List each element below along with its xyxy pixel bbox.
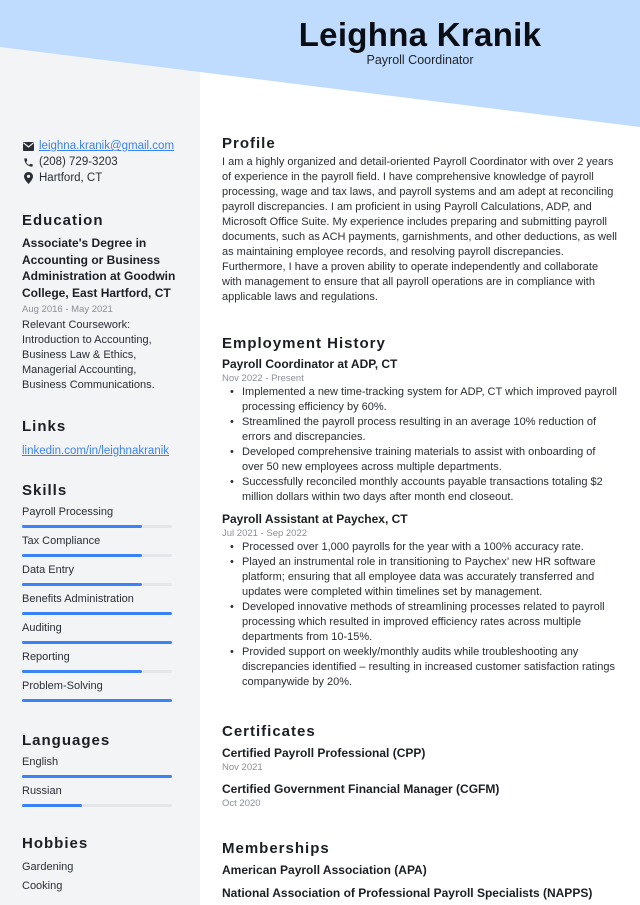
contact-phone-row: (208) 729-3203 — [22, 154, 182, 170]
profile-heading: Profile — [222, 135, 276, 152]
skill-item-name: Payroll Processing — [22, 506, 114, 518]
job-dates: Nov 2022 - Present — [222, 373, 304, 384]
profile-section: Profile I am a highly organized and deta… — [222, 135, 617, 305]
language-item: English — [22, 755, 182, 784]
job-bullet: Implemented a new time-tracking system f… — [230, 385, 617, 415]
memberships-heading: Memberships — [222, 840, 330, 857]
education-heading: Education — [22, 212, 104, 229]
skill-item: Data Entry — [22, 563, 182, 592]
job-bullets: Implemented a new time-tracking system f… — [230, 385, 617, 505]
job-entry: Payroll Assistant at Paychex, CT Jul 2021… — [222, 511, 617, 690]
skill-item-name: Benefits Administration — [22, 593, 134, 605]
skill-item-level-bar — [22, 525, 172, 528]
education-dates: Aug 2016 - May 2021 — [22, 304, 113, 315]
language-item-level-bar — [22, 804, 172, 807]
skill-item-level-bar — [22, 699, 172, 702]
skill-item-level-fill — [22, 641, 172, 644]
job-entry: Payroll Coordinator at ADP, CT Nov 2022 -… — [222, 356, 617, 505]
education-description: Relevant Coursework: Introduction to Acc… — [22, 319, 155, 391]
skill-item-level-fill — [22, 583, 142, 586]
employment-heading: Employment History — [222, 335, 386, 352]
linkedin-link[interactable]: linkedin.com/in/leighnakranik — [22, 445, 169, 457]
employment-section: Employment History Payroll Coordinator a… — [222, 335, 617, 696]
skill-item-level-fill — [22, 670, 142, 673]
hobbies-section: Hobbies Gardening Cooking — [22, 835, 182, 896]
skill-item-name: Tax Compliance — [22, 535, 101, 547]
certificate-date: Oct 2020 — [222, 798, 261, 809]
candidate-name: Leighna Kranik — [298, 16, 542, 53]
job-bullet: Developed comprehensive training materia… — [230, 445, 617, 475]
email-link[interactable]: leighna.kranik@gmail.com — [39, 140, 174, 152]
language-item-level-bar — [22, 775, 172, 778]
skill-item: Benefits Administration — [22, 592, 182, 621]
job-title: Payroll Assistant at Paychex, CT — [222, 512, 408, 526]
skill-item-level-bar — [22, 670, 172, 673]
membership-item: National Association of Professional Pay… — [222, 886, 593, 900]
jobs-list: Payroll Coordinator at ADP, CT Nov 2022 -… — [222, 356, 617, 690]
contact-section: leighna.kranik@gmail.com (208) 729-3203 … — [22, 138, 182, 186]
hobbies-heading: Hobbies — [22, 835, 89, 852]
certificate-name: Certified Government Financial Manager (… — [222, 782, 500, 796]
education-degree: Associate's Degree in Accounting or Busi… — [22, 236, 176, 300]
links-section: Links linkedin.com/in/leighnakranik — [22, 418, 182, 459]
certificate-name: Certified Payroll Professional (CPP) — [222, 746, 426, 760]
skill-item: Tax Compliance — [22, 534, 182, 563]
skills-list: Payroll Processing Tax Compliance Data Ent… — [22, 505, 182, 708]
certificates-section: Certificates Certified Payroll Professio… — [222, 723, 617, 810]
skill-item-level-bar — [22, 641, 172, 644]
job-bullet: Processed over 1,000 payrolls for the ye… — [230, 540, 617, 555]
skill-item-name: Problem-Solving — [22, 680, 103, 692]
skill-item: Payroll Processing — [22, 505, 182, 534]
certificates-heading: Certificates — [222, 723, 316, 740]
skill-item-level-fill — [22, 554, 142, 557]
skill-item: Problem-Solving — [22, 679, 182, 708]
skill-item-level-fill — [22, 612, 172, 615]
skill-item-name: Reporting — [22, 651, 70, 663]
language-item-name: English — [22, 756, 59, 768]
skill-item-name: Data Entry — [22, 564, 74, 576]
job-bullet: Provided support on weekly/monthly audit… — [230, 645, 617, 690]
skill-item-level-bar — [22, 554, 172, 557]
skill-item-level-fill — [22, 525, 142, 528]
contact-email-row: leighna.kranik@gmail.com — [22, 138, 182, 154]
envelope-icon — [22, 140, 34, 152]
job-title: Payroll Coordinator at ADP, CT — [222, 357, 398, 371]
hobby-item: Gardening — [22, 861, 74, 873]
job-bullet: Streamlined the payroll process resultin… — [230, 415, 617, 445]
map-pin-icon — [22, 172, 34, 184]
links-heading: Links — [22, 418, 67, 435]
skill-item-level-bar — [22, 583, 172, 586]
profile-text: I am a highly organized and detail-orien… — [222, 156, 617, 303]
languages-heading: Languages — [22, 732, 111, 749]
contact-location-row: Hartford, CT — [22, 170, 182, 186]
job-bullet: Played an instrumental role in transitio… — [230, 555, 617, 600]
language-item-name: Russian — [22, 785, 62, 797]
phone-icon — [22, 156, 34, 168]
languages-list: English Russian — [22, 755, 182, 813]
phone-number: (208) 729-3203 — [39, 156, 118, 168]
language-item-level-fill — [22, 775, 172, 778]
education-section: Education Associate's Degree in Accounti… — [22, 212, 182, 393]
skill-item-level-fill — [22, 699, 172, 702]
job-bullet: Developed innovative methods of streamli… — [230, 600, 617, 645]
languages-section: Languages English Russian — [22, 732, 182, 813]
job-dates: Jul 2021 - Sep 2022 — [222, 528, 308, 539]
membership-item: American Payroll Association (APA) — [222, 863, 427, 877]
job-bullet: Successfully reconciled monthly accounts… — [230, 475, 617, 505]
language-item: Russian — [22, 784, 182, 813]
hobby-item: Cooking — [22, 880, 63, 892]
skill-item-name: Auditing — [22, 622, 62, 634]
job-bullets: Processed over 1,000 payrolls for the ye… — [230, 540, 617, 690]
candidate-title: Payroll Coordinator — [366, 53, 474, 67]
skills-section: Skills Payroll Processing Tax Compliance D… — [22, 482, 182, 708]
language-item-level-fill — [22, 804, 82, 807]
skills-heading: Skills — [22, 482, 68, 499]
skill-item: Reporting — [22, 650, 182, 679]
skill-item: Auditing — [22, 621, 182, 650]
skill-item-level-bar — [22, 612, 172, 615]
certificate-date: Nov 2021 — [222, 762, 263, 773]
location-text: Hartford, CT — [39, 172, 103, 184]
memberships-section: Memberships American Payroll Association… — [222, 840, 617, 901]
